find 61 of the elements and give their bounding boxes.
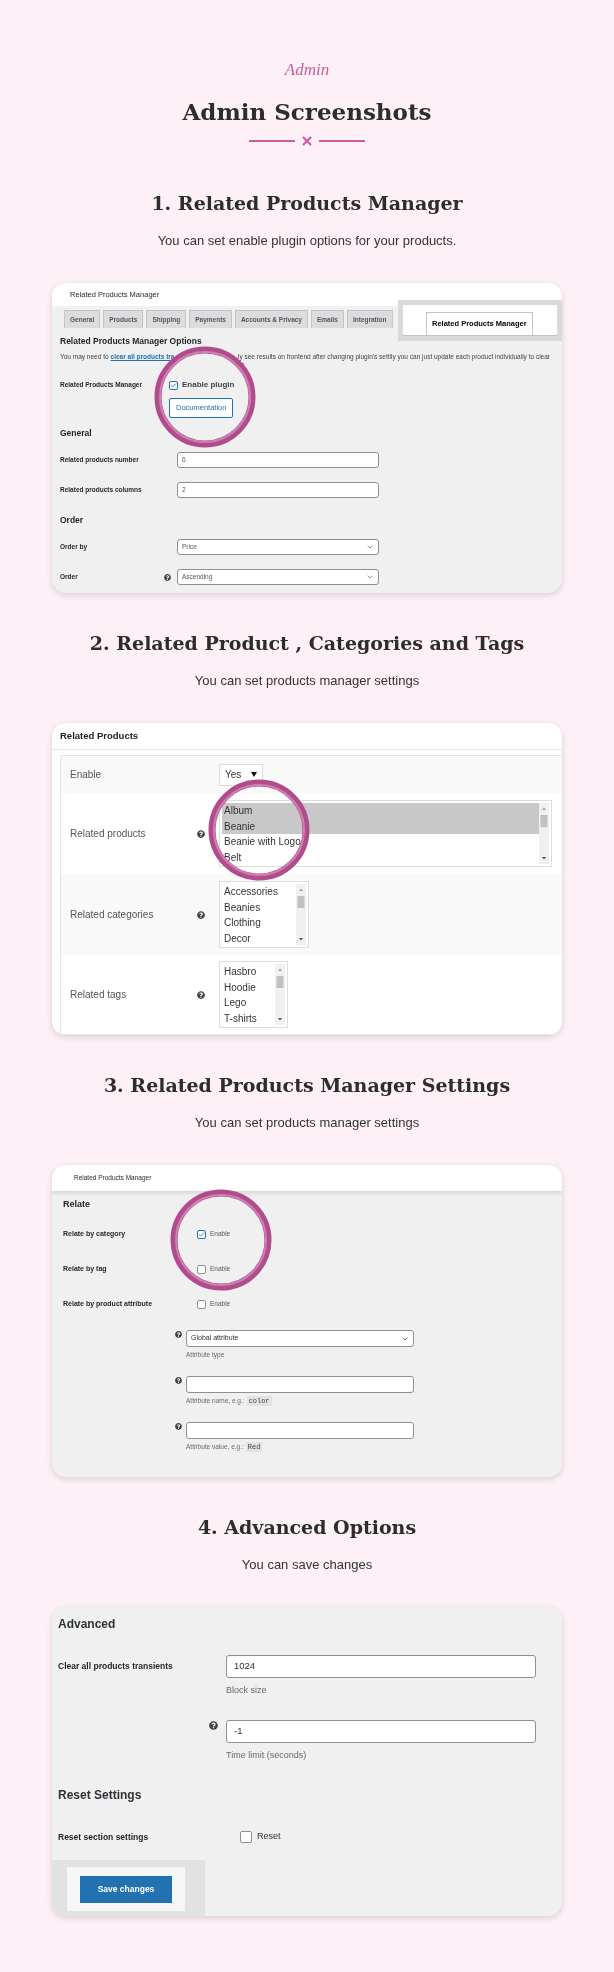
help-icon bbox=[175, 1377, 182, 1384]
scrollbar[interactable] bbox=[295, 884, 306, 945]
field-label: Related categories bbox=[69, 908, 155, 922]
options-title: Related Products Manager Options bbox=[60, 334, 202, 348]
dropdown[interactable]: Yes bbox=[219, 763, 263, 786]
triangle-icon bbox=[251, 772, 257, 777]
help-icon bbox=[175, 1331, 182, 1338]
checkbox[interactable] bbox=[197, 1229, 206, 1239]
listbox[interactable]: Accessories Beanies Clothing Decor bbox=[219, 881, 309, 948]
section-title: Advanced bbox=[58, 1616, 116, 1633]
checkbox-label: Enable plugin bbox=[182, 379, 235, 391]
section-heading: 3. Related Products Manager Settings bbox=[103, 1073, 511, 1098]
section-title: Reset Settings bbox=[58, 1787, 142, 1804]
group-title: Order bbox=[60, 513, 84, 527]
section-subtitle: You can save changes bbox=[241, 1556, 373, 1574]
chevron-icon bbox=[366, 543, 374, 551]
field-label: Related products bbox=[69, 827, 147, 841]
field-description: Block size bbox=[226, 1684, 268, 1697]
help-icon bbox=[175, 1423, 182, 1430]
section-subtitle: You can set enable plugin options for your products. bbox=[157, 232, 457, 250]
checkbox[interactable] bbox=[197, 1264, 206, 1274]
input-field[interactable] bbox=[186, 1422, 414, 1439]
input-field[interactable]: -1 bbox=[226, 1719, 536, 1743]
scrollbar[interactable] bbox=[274, 964, 285, 1025]
chevron-icon bbox=[366, 573, 374, 581]
scrollbar[interactable] bbox=[539, 803, 549, 864]
check-icon bbox=[198, 1230, 205, 1238]
list-option[interactable]: Clothing bbox=[222, 915, 288, 932]
list-option[interactable]: T-shirts bbox=[222, 1011, 267, 1027]
checkbox[interactable] bbox=[197, 1299, 206, 1309]
section-heading: 2. Related Product , Categories and Tags bbox=[89, 631, 525, 656]
field-label: Reset section settings bbox=[58, 1830, 150, 1844]
section-heading: 1. Related Products Manager bbox=[151, 191, 463, 216]
card-title: Related Products bbox=[60, 728, 139, 743]
group-title: General bbox=[60, 426, 92, 440]
input-field[interactable] bbox=[186, 1376, 414, 1393]
input-field[interactable]: 1024 bbox=[226, 1655, 536, 1678]
listbox[interactable]: Hasbro Hoodie Lego T-shirts bbox=[219, 961, 288, 1028]
check-icon bbox=[170, 381, 177, 389]
list-option[interactable]: Decor bbox=[222, 931, 288, 947]
field-label: Enable bbox=[69, 768, 103, 782]
list-option[interactable]: Accessories bbox=[222, 884, 288, 900]
list-option[interactable]: Beanie with Logo bbox=[222, 834, 539, 851]
section-subtitle: You can set products manager settings bbox=[194, 672, 420, 690]
field-label: Clear all products transients bbox=[58, 1660, 173, 1673]
section-heading: 4. Advanced Options bbox=[197, 1515, 417, 1540]
checkbox-label: Reset bbox=[257, 1830, 281, 1844]
list-option[interactable]: Beanies bbox=[222, 899, 288, 916]
save-button[interactable]: Save changes bbox=[80, 1875, 172, 1903]
eyebrow-text: Admin bbox=[284, 59, 330, 81]
section-title: Relate bbox=[63, 1198, 90, 1212]
list-option[interactable]: Hoodie bbox=[222, 979, 267, 996]
field-label: Related tags bbox=[69, 988, 128, 1002]
list-option[interactable]: Album bbox=[222, 803, 539, 819]
list-option[interactable]: Lego bbox=[222, 995, 267, 1012]
page-title: Admin Screenshots bbox=[182, 97, 432, 127]
checkbox[interactable] bbox=[240, 1831, 252, 1843]
section-subtitle: You can set products manager settings bbox=[194, 1114, 420, 1132]
field-description: Time limit (seconds) bbox=[226, 1748, 308, 1762]
list-option[interactable]: Hasbro bbox=[222, 964, 267, 980]
checkbox[interactable] bbox=[169, 380, 178, 390]
